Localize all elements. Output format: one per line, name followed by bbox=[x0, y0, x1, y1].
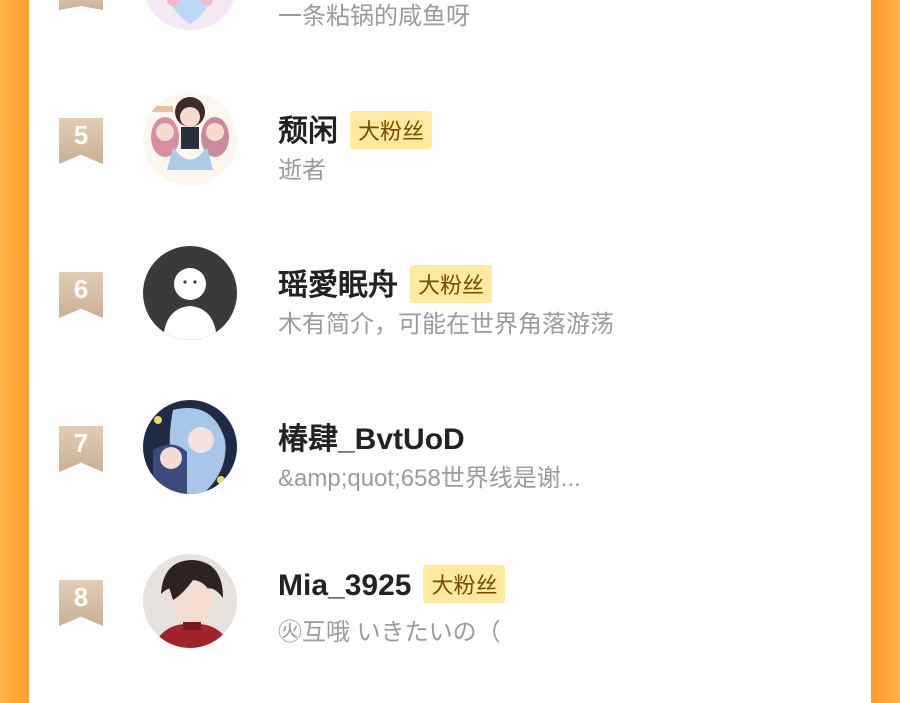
list-item[interactable]: 6 瑶愛眠舟 大粉丝 木有简介，可能在世界角落游荡 bbox=[29, 246, 871, 356]
user-name[interactable]: Mia_3925 大粉丝 bbox=[278, 565, 506, 606]
list-item[interactable]: 5 颓闲 大粉丝 逝者 bbox=[29, 92, 871, 202]
avatar[interactable] bbox=[143, 0, 237, 30]
fans-ranking-panel: 一条粘锅的咸鱼呀 5 颓闲 大粉丝 逝者 6 瑶愛眠舟 大粉丝 木有简介，可能在… bbox=[29, 0, 871, 703]
user-name-text[interactable]: 瑶愛眠舟 bbox=[278, 269, 398, 302]
rank-badge: 6 bbox=[59, 272, 103, 318]
rank-badge: 7 bbox=[59, 426, 103, 472]
default-avatar[interactable] bbox=[143, 246, 237, 340]
rank-badge: 8 bbox=[59, 580, 103, 626]
avatar[interactable] bbox=[143, 92, 237, 186]
rank-badge bbox=[59, 0, 103, 10]
user-bio: 一条粘锅的咸鱼呀 bbox=[278, 3, 470, 30]
user-bio: 逝者 bbox=[278, 157, 326, 184]
user-name-text[interactable]: Mia_3925 bbox=[278, 569, 411, 602]
user-name[interactable]: 椿肆_BvtUoD bbox=[278, 414, 465, 458]
avatar[interactable] bbox=[143, 554, 237, 648]
list-item[interactable]: 一条粘锅的咸鱼呀 bbox=[29, 0, 871, 40]
user-bio: 木有简介，可能在世界角落游荡 bbox=[278, 311, 614, 338]
user-bio: &amp;quot;658世界线是谢... bbox=[278, 465, 581, 492]
fan-level-badge: 大粉丝 bbox=[423, 565, 506, 603]
user-name-text[interactable]: 颓闲 bbox=[278, 115, 338, 148]
list-item[interactable]: 7 椿肆_BvtUoD &amp;quot;658世界线是谢... bbox=[29, 400, 871, 510]
list-item[interactable]: 8 Mia_3925 大粉丝 ㊋互哦 いきたいの（ bbox=[29, 554, 871, 664]
rank-badge: 5 bbox=[59, 118, 103, 164]
user-bio: ㊋互哦 いきたいの（ bbox=[278, 619, 501, 646]
user-name[interactable]: 瑶愛眠舟 大粉丝 bbox=[278, 260, 493, 306]
fan-level-badge: 大粉丝 bbox=[350, 111, 433, 150]
user-name[interactable]: 颓闲 大粉丝 bbox=[278, 106, 433, 152]
avatar[interactable] bbox=[143, 400, 237, 494]
fan-level-badge: 大粉丝 bbox=[410, 265, 493, 304]
